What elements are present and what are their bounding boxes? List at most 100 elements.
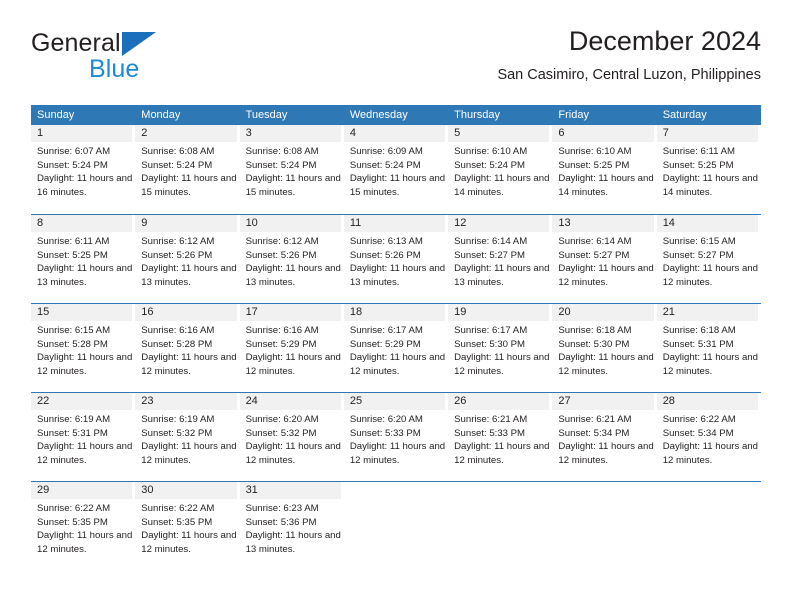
calendar-day-cell[interactable]: 22 Sunrise: 6:19 AM Sunset: 5:31 PM Dayligh… [31, 393, 135, 481]
day-number: 20 [552, 304, 654, 321]
calendar-day-cell[interactable]: 6 Sunrise: 6:10 AM Sunset: 5:25 PM Daylight… [552, 125, 656, 214]
calendar-day-cell[interactable]: 3 Sunrise: 6:08 AM Sunset: 5:24 PM Daylight… [239, 125, 344, 214]
day-number: 7 [656, 125, 758, 142]
day-number: 3 [239, 125, 341, 142]
calendar-day-inner: 11 Sunrise: 6:13 AM Sunset: 5:26 PM Dayligh… [343, 215, 445, 303]
calendar-day-inner: 15 Sunrise: 6:15 AM Sunset: 5:28 PM Dayligh… [31, 304, 132, 392]
sunrise-text: Sunrise: 6:11 AM [662, 146, 736, 157]
weekday-header-thursday: Thursday [454, 109, 500, 121]
calendar-day-cell[interactable]: 11 Sunrise: 6:13 AM Sunset: 5:26 PM Dayligh… [343, 215, 448, 303]
calendar-day-inner: 22 Sunrise: 6:19 AM Sunset: 5:31 PM Dayligh… [31, 393, 132, 481]
calendar-day-cell[interactable]: 9 Sunrise: 6:12 AM Sunset: 5:26 PM Daylight… [135, 215, 239, 303]
day-details: Sunrise: 6:17 AM Sunset: 5:30 PM Daylight:… [448, 321, 549, 378]
sunset-text: Sunset: 5:26 PM [141, 249, 213, 261]
calendar-day-cell[interactable]: 8 Sunrise: 6:11 AM Sunset: 5:25 PM Daylight… [31, 215, 135, 303]
calendar-day-inner: 9 Sunrise: 6:12 AM Sunset: 5:26 PM Daylight… [135, 215, 237, 303]
calendar-day-cell[interactable]: 25 Sunrise: 6:20 AM Sunset: 5:33 PM Dayligh… [343, 393, 448, 481]
calendar-day-inner: 4 Sunrise: 6:09 AM Sunset: 5:24 PM Daylight… [343, 125, 445, 214]
calendar-day-cell[interactable]: 5 Sunrise: 6:10 AM Sunset: 5:24 PM Daylight… [448, 125, 552, 214]
sunset-text: Sunset: 5:24 PM [454, 159, 526, 171]
day-number: 10 [239, 215, 341, 232]
day-number: 25 [343, 393, 446, 410]
page-header: General Blue December 2024 San Casimiro,… [31, 24, 761, 96]
daylight-text: Daylight: 11 hours and 12 minutes. [662, 263, 758, 288]
daylight-text: Daylight: 11 hours and 12 minutes. [141, 530, 237, 555]
calendar-day-cell[interactable]: 20 Sunrise: 6:18 AM Sunset: 5:30 PM Dayligh… [552, 304, 656, 392]
day-details: Sunrise: 6:18 AM Sunset: 5:30 PM Daylight:… [552, 321, 653, 378]
calendar-day-cell[interactable]: 12 Sunrise: 6:14 AM Sunset: 5:27 PM Dayligh… [448, 215, 552, 303]
calendar-day-inner: 29 Sunrise: 6:22 AM Sunset: 5:35 PM Dayligh… [31, 482, 132, 570]
calendar-day-cell[interactable]: 28 Sunrise: 6:22 AM Sunset: 5:34 PM Dayligh… [656, 393, 761, 481]
daylight-text: Daylight: 11 hours and 12 minutes. [558, 263, 654, 288]
sunset-text: Sunset: 5:24 PM [141, 159, 213, 171]
calendar-day-cell[interactable]: 4 Sunrise: 6:09 AM Sunset: 5:24 PM Daylight… [343, 125, 448, 214]
sunrise-text: Sunrise: 6:10 AM [558, 146, 632, 157]
calendar-day-cell[interactable]: 16 Sunrise: 6:16 AM Sunset: 5:28 PM Dayligh… [135, 304, 239, 392]
day-number: 5 [448, 125, 550, 142]
calendar-week-row: 22 Sunrise: 6:19 AM Sunset: 5:31 PM Dayligh… [31, 392, 761, 481]
day-details: Sunrise: 6:12 AM Sunset: 5:26 PM Daylight:… [240, 232, 341, 289]
calendar-day-inner: 13 Sunrise: 6:14 AM Sunset: 5:27 PM Dayligh… [552, 215, 654, 303]
day-number: 30 [135, 482, 237, 499]
calendar-day-cell[interactable]: 17 Sunrise: 6:16 AM Sunset: 5:29 PM Dayligh… [239, 304, 344, 392]
day-details: Sunrise: 6:21 AM Sunset: 5:33 PM Daylight:… [448, 410, 549, 467]
calendar-day-cell[interactable]: 15 Sunrise: 6:15 AM Sunset: 5:28 PM Dayligh… [31, 304, 135, 392]
calendar-day-cell[interactable]: 1 Sunrise: 6:07 AM Sunset: 5:24 PM Daylight… [31, 125, 135, 214]
day-details: Sunrise: 6:15 AM Sunset: 5:27 PM Daylight:… [657, 232, 758, 289]
sunrise-text: Sunrise: 6:08 AM [141, 146, 215, 157]
calendar-week-row: 8 Sunrise: 6:11 AM Sunset: 5:25 PM Daylight… [31, 214, 761, 303]
daylight-text: Daylight: 11 hours and 15 minutes. [245, 173, 341, 198]
calendar-day-inner: 23 Sunrise: 6:19 AM Sunset: 5:32 PM Dayligh… [135, 393, 237, 481]
calendar-day-cell[interactable]: 21 Sunrise: 6:18 AM Sunset: 5:31 PM Dayligh… [656, 304, 761, 392]
calendar-day-cell[interactable]: 31 Sunrise: 6:23 AM Sunset: 5:36 PM Dayligh… [239, 482, 344, 570]
day-details: Sunrise: 6:11 AM Sunset: 5:25 PM Daylight:… [657, 142, 758, 199]
calendar-empty-cell [448, 482, 552, 570]
day-details: Sunrise: 6:07 AM Sunset: 5:24 PM Daylight:… [31, 142, 132, 199]
day-details: Sunrise: 6:23 AM Sunset: 5:36 PM Daylight:… [240, 499, 341, 556]
day-details: Sunrise: 6:08 AM Sunset: 5:24 PM Daylight:… [240, 142, 341, 199]
calendar-day-cell[interactable]: 24 Sunrise: 6:20 AM Sunset: 5:32 PM Dayligh… [239, 393, 344, 481]
sunrise-text: Sunrise: 6:22 AM [141, 503, 215, 514]
calendar-day-inner: 2 Sunrise: 6:08 AM Sunset: 5:24 PM Daylight… [135, 125, 237, 214]
calendar-day-inner: 10 Sunrise: 6:12 AM Sunset: 5:26 PM Dayligh… [239, 215, 341, 303]
calendar-day-cell[interactable]: 7 Sunrise: 6:11 AM Sunset: 5:25 PM Daylight… [656, 125, 761, 214]
day-number: 9 [135, 215, 237, 232]
daylight-text: Daylight: 11 hours and 12 minutes. [37, 352, 133, 377]
calendar-day-cell[interactable]: 13 Sunrise: 6:14 AM Sunset: 5:27 PM Dayligh… [552, 215, 656, 303]
calendar-day-cell[interactable]: 26 Sunrise: 6:21 AM Sunset: 5:33 PM Dayligh… [448, 393, 552, 481]
day-details: Sunrise: 6:19 AM Sunset: 5:31 PM Daylight:… [31, 410, 132, 467]
sunrise-text: Sunrise: 6:17 AM [349, 325, 423, 336]
sunset-text: Sunset: 5:35 PM [141, 516, 213, 528]
calendar-day-cell[interactable]: 10 Sunrise: 6:12 AM Sunset: 5:26 PM Dayligh… [239, 215, 344, 303]
sunset-text: Sunset: 5:25 PM [558, 159, 630, 171]
sunrise-text: Sunrise: 6:18 AM [662, 325, 736, 336]
calendar-day-cell[interactable]: 27 Sunrise: 6:21 AM Sunset: 5:34 PM Dayligh… [552, 393, 656, 481]
daylight-text: Daylight: 11 hours and 12 minutes. [454, 352, 550, 377]
sunset-text: Sunset: 5:26 PM [245, 249, 317, 261]
sunset-text: Sunset: 5:29 PM [245, 338, 317, 350]
sunrise-text: Sunrise: 6:17 AM [454, 325, 528, 336]
day-details: Sunrise: 6:10 AM Sunset: 5:25 PM Daylight:… [552, 142, 653, 199]
calendar-day-cell[interactable]: 18 Sunrise: 6:17 AM Sunset: 5:29 PM Dayligh… [343, 304, 448, 392]
calendar-day-cell[interactable]: 2 Sunrise: 6:08 AM Sunset: 5:24 PM Daylight… [135, 125, 239, 214]
sunset-text: Sunset: 5:32 PM [245, 427, 317, 439]
day-number: 19 [448, 304, 550, 321]
day-number: 12 [448, 215, 550, 232]
page-subtitle: San Casimiro, Central Luzon, Philippines [497, 67, 761, 83]
day-details: Sunrise: 6:09 AM Sunset: 5:24 PM Daylight:… [344, 142, 445, 199]
logo-top-line: General [31, 28, 231, 58]
daylight-text: Daylight: 11 hours and 12 minutes. [558, 441, 654, 466]
calendar-day-cell[interactable]: 29 Sunrise: 6:22 AM Sunset: 5:35 PM Dayligh… [31, 482, 135, 570]
sunrise-text: Sunrise: 6:19 AM [37, 414, 111, 425]
sunrise-text: Sunrise: 6:07 AM [37, 146, 111, 157]
sunset-text: Sunset: 5:34 PM [662, 427, 734, 439]
day-number: 18 [343, 304, 446, 321]
calendar-day-cell[interactable]: 23 Sunrise: 6:19 AM Sunset: 5:32 PM Dayligh… [135, 393, 239, 481]
general-blue-logo[interactable]: General Blue [31, 28, 231, 84]
sunset-text: Sunset: 5:34 PM [558, 427, 630, 439]
calendar-day-cell[interactable]: 30 Sunrise: 6:22 AM Sunset: 5:35 PM Dayligh… [135, 482, 239, 570]
calendar-day-cell[interactable]: 14 Sunrise: 6:15 AM Sunset: 5:27 PM Dayligh… [656, 215, 761, 303]
calendar-day-cell[interactable]: 19 Sunrise: 6:17 AM Sunset: 5:30 PM Dayligh… [448, 304, 552, 392]
day-number: 16 [135, 304, 237, 321]
sunrise-text: Sunrise: 6:12 AM [141, 236, 215, 247]
